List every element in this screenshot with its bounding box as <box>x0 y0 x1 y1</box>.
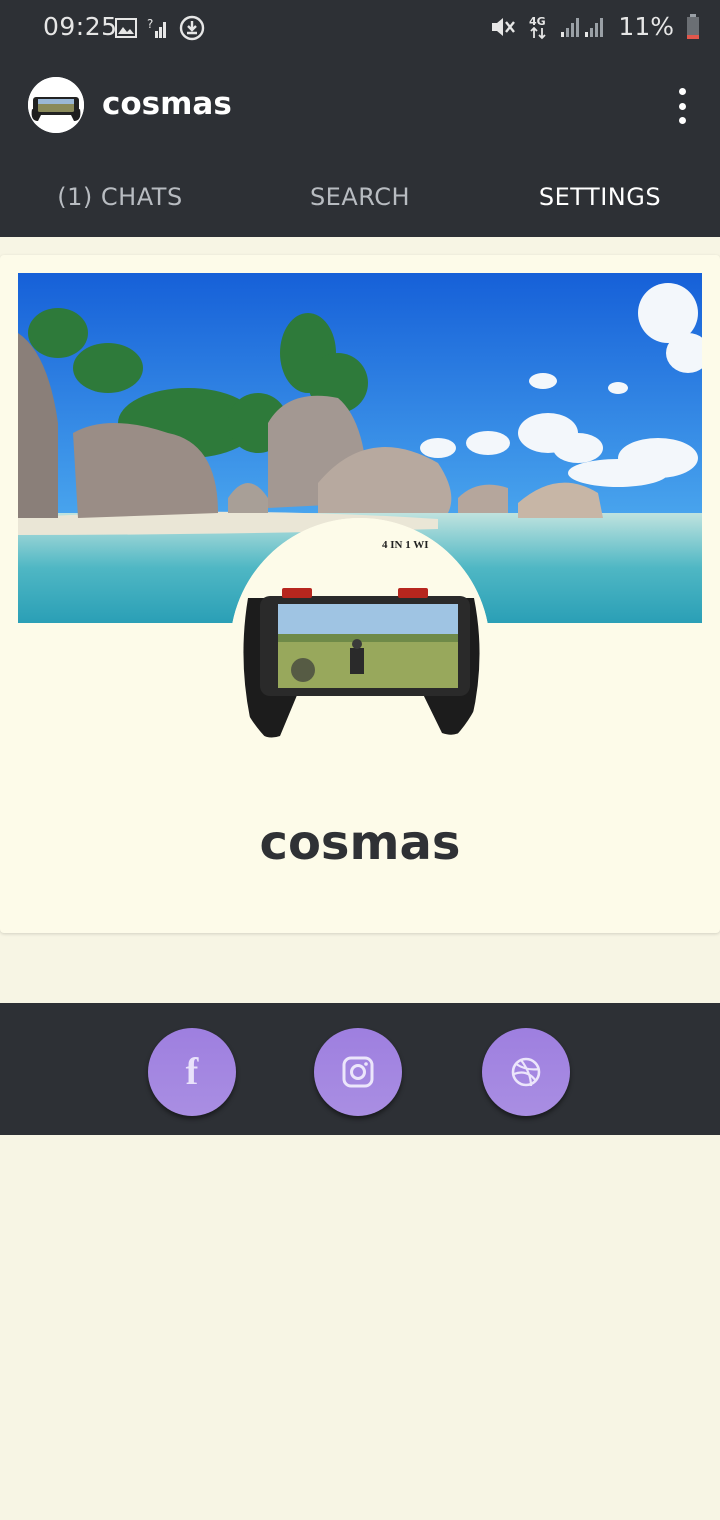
battery-icon <box>687 13 699 39</box>
tab-search[interactable]: SEARCH <box>240 156 480 237</box>
signal-icon <box>561 17 604 37</box>
instagram-icon <box>342 1056 374 1088</box>
image-icon <box>115 18 137 38</box>
download-icon <box>179 15 205 41</box>
dribbble-icon <box>511 1057 541 1087</box>
tab-chats[interactable]: (1) CHATS <box>0 156 240 237</box>
network-4g-icon: 4G <box>529 15 546 39</box>
battery-percent: 11% <box>618 12 674 41</box>
avatar[interactable] <box>28 77 84 133</box>
svg-text:?: ? <box>147 17 153 31</box>
dribbble-button[interactable] <box>482 1028 570 1116</box>
facebook-button[interactable]: f <box>148 1028 236 1116</box>
status-time: 09:25 <box>43 12 118 41</box>
social-bar: f <box>0 1003 720 1135</box>
profile-card: 4 IN 1 WI cosmas <box>0 255 720 933</box>
more-vert-icon[interactable] <box>668 88 696 124</box>
tab-bar: (1) CHATS SEARCH SETTINGS <box>0 156 720 237</box>
profile-picture[interactable]: 4 IN 1 WI <box>230 518 490 778</box>
svg-text:4G: 4G <box>529 15 546 28</box>
mute-icon <box>492 17 516 36</box>
status-bar: 09:25 ? 4G 11% <box>0 0 720 58</box>
instagram-button[interactable] <box>314 1028 402 1116</box>
app-bar: cosmas <box>0 58 720 156</box>
tab-settings[interactable]: SETTINGS <box>480 156 720 237</box>
no-signal-icon: ? <box>147 17 166 38</box>
profile-name: cosmas <box>259 815 461 871</box>
app-title: cosmas <box>102 86 232 122</box>
facebook-icon: f <box>185 1051 199 1093</box>
svg-text:4 IN 1 WI: 4 IN 1 WI <box>382 539 429 551</box>
